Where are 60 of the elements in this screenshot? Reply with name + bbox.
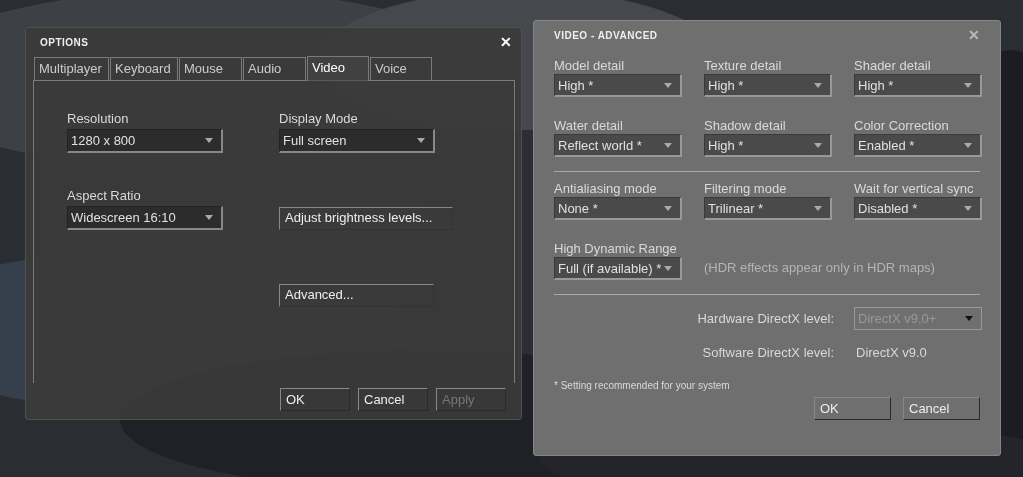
dropdown[interactable]: Enabled * <box>854 134 982 157</box>
field-label: Hardware DirectX level: <box>697 311 834 326</box>
window-title: OPTIONS <box>40 36 89 48</box>
dropdown[interactable]: High * <box>704 134 832 157</box>
dropdown[interactable]: Trilinear * <box>704 197 832 220</box>
caret-icon <box>964 205 972 211</box>
caret-icon <box>664 265 672 271</box>
tab[interactable]: Mouse <box>179 57 242 80</box>
caret-icon <box>814 142 822 148</box>
dropdown[interactable]: Disabled * <box>854 197 982 220</box>
tab[interactable]: Voice <box>370 57 432 80</box>
field-label: Filtering mode <box>704 181 788 196</box>
dropdown[interactable]: 1280 x 800 <box>67 129 223 153</box>
field-label: Water detail <box>554 118 624 133</box>
dropdown[interactable]: High * <box>854 74 982 97</box>
tab[interactable]: Multiplayer <box>34 57 109 80</box>
dropdown[interactable]: High * <box>554 74 682 97</box>
button[interactable]: Cancel <box>358 388 428 411</box>
window-title: VIDEO - ADVANCED <box>554 29 658 41</box>
tab[interactable]: Video <box>307 56 369 81</box>
dropdown[interactable]: Widescreen 16:10 <box>67 206 223 230</box>
hint-text: (HDR effects appear only in HDR maps) <box>704 260 935 275</box>
caret-icon <box>205 138 213 143</box>
field-label: Texture detail <box>704 58 783 73</box>
button[interactable]: OK <box>814 397 891 420</box>
button[interactable]: OK <box>280 388 350 411</box>
field-label: High Dynamic Range <box>554 241 678 256</box>
field-label: Model detail <box>554 58 626 73</box>
caret-icon <box>964 142 972 148</box>
field-label: Shader detail <box>854 58 932 73</box>
field-label: Shadow detail <box>704 118 787 133</box>
caret-icon <box>664 205 672 211</box>
button[interactable]: Adjust brightness levels... <box>279 207 453 230</box>
dropdown[interactable]: Full (if available) * <box>554 257 682 280</box>
dropdown[interactable]: Full screen <box>279 129 435 153</box>
field-label: Resolution <box>67 111 130 128</box>
footnote: * Setting recommended for your system <box>554 380 731 391</box>
caret-icon <box>205 215 213 220</box>
field-label: Color Correction <box>854 118 950 133</box>
caret-icon <box>814 82 822 88</box>
field-label: Antialiasing mode <box>554 181 658 196</box>
tab[interactable]: Audio <box>243 57 306 80</box>
button[interactable]: Cancel <box>903 397 980 420</box>
caret-icon <box>417 138 425 143</box>
caret-icon <box>964 82 972 88</box>
field-label: Aspect Ratio <box>67 188 142 205</box>
tab[interactable]: Keyboard <box>110 57 178 80</box>
dropdown[interactable]: High * <box>704 74 832 97</box>
caret-icon <box>664 82 672 88</box>
field-label: Wait for vertical sync <box>854 181 975 196</box>
dropdown[interactable]: None * <box>554 197 682 220</box>
close-icon[interactable]: ✕ <box>500 34 512 50</box>
caret-icon <box>664 142 672 148</box>
caret-icon <box>965 316 973 321</box>
button[interactable]: Advanced... <box>279 284 434 307</box>
field-label: Display Mode <box>279 111 359 128</box>
value-text: DirectX v9.0 <box>855 345 928 360</box>
field-label: Software DirectX level: <box>702 345 834 360</box>
dropdown[interactable]: Reflect world * <box>554 134 682 157</box>
caret-icon <box>814 205 822 211</box>
